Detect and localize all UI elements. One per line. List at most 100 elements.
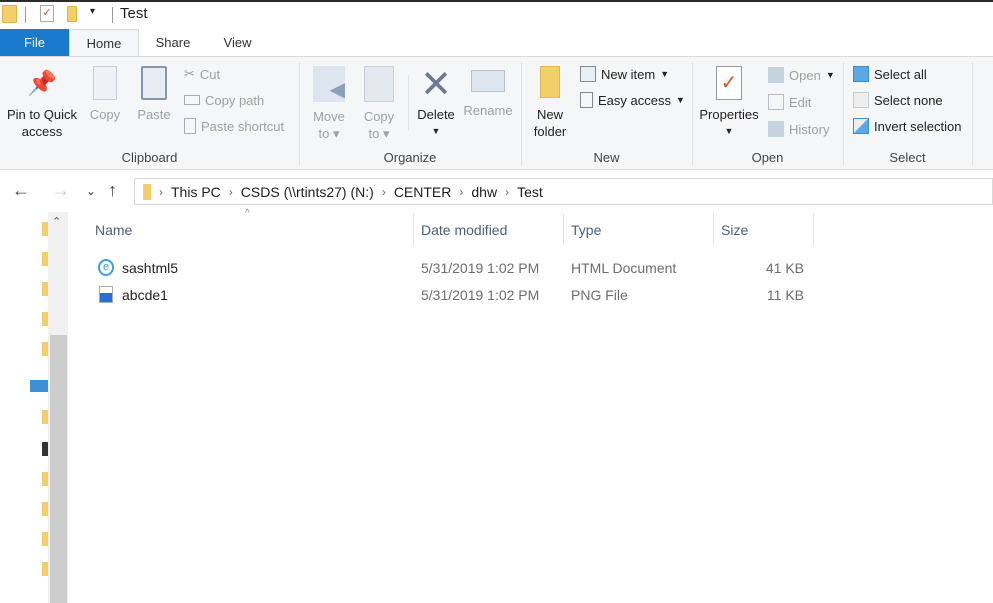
breadcrumb-item[interactable]: CENTER bbox=[394, 184, 452, 200]
open-icon bbox=[768, 67, 784, 83]
column-divider[interactable] bbox=[563, 213, 564, 245]
column-divider[interactable] bbox=[813, 213, 814, 245]
customize-toolbar-icon[interactable]: ▾ bbox=[90, 6, 95, 17]
tab-view[interactable]: View bbox=[205, 29, 270, 56]
group-label-clipboard: Clipboard bbox=[121, 150, 178, 165]
tab-share[interactable]: Share bbox=[139, 29, 207, 56]
move-to-button[interactable]: ◀ Move to ▾ bbox=[308, 66, 350, 142]
label: to bbox=[318, 126, 330, 141]
column-divider[interactable] bbox=[713, 213, 714, 245]
label: Edit bbox=[789, 94, 812, 110]
breadcrumb-item[interactable]: Test bbox=[517, 184, 543, 200]
select-none-icon bbox=[853, 92, 869, 108]
scrollbar-thumb[interactable] bbox=[50, 335, 67, 603]
label: Copy bbox=[363, 109, 395, 124]
easy-access-button[interactable]: Easy access ▼ bbox=[580, 90, 685, 110]
history-button[interactable]: History bbox=[768, 119, 829, 139]
label: Copy bbox=[89, 107, 121, 122]
label: folder bbox=[533, 124, 567, 139]
group-divider bbox=[972, 62, 973, 166]
label: Move bbox=[313, 109, 345, 124]
this-pc-icon[interactable] bbox=[30, 380, 48, 392]
label: Select all bbox=[874, 66, 927, 82]
open-button[interactable]: Open ▼ bbox=[768, 65, 835, 85]
copy-to-button[interactable]: Copy to ▾ bbox=[358, 66, 400, 142]
column-header-size[interactable]: Size bbox=[721, 222, 748, 238]
column-header-name[interactable]: Name bbox=[95, 222, 132, 238]
label: Paste shortcut bbox=[201, 118, 285, 134]
rename-icon bbox=[471, 70, 505, 92]
file-row[interactable]: e sashtml5 5/31/2019 1:02 PM HTML Docume… bbox=[95, 259, 815, 280]
file-type: PNG File bbox=[571, 287, 628, 303]
divider bbox=[408, 75, 409, 130]
column-header-date[interactable]: Date modified bbox=[421, 222, 507, 238]
new-item-icon bbox=[580, 66, 596, 82]
chevron-right-icon[interactable]: › bbox=[382, 185, 386, 199]
file-date: 5/31/2019 1:02 PM bbox=[421, 287, 540, 303]
chevron-right-icon[interactable]: › bbox=[505, 185, 509, 199]
select-all-button[interactable]: Select all bbox=[853, 64, 927, 84]
label: Cut bbox=[199, 66, 221, 82]
edit-button[interactable]: Edit bbox=[768, 92, 811, 112]
image-file-icon bbox=[99, 286, 113, 303]
up-button[interactable]: ↑ bbox=[108, 180, 117, 201]
divider bbox=[25, 7, 26, 23]
easy-access-icon bbox=[580, 92, 593, 108]
new-item-button[interactable]: New item ▼ bbox=[580, 64, 669, 84]
group-label-select: Select bbox=[889, 150, 926, 165]
new-folder-button[interactable]: New folder bbox=[528, 66, 572, 140]
label: Paste bbox=[137, 107, 171, 122]
copy-to-icon bbox=[364, 66, 394, 102]
label: access bbox=[21, 124, 63, 139]
scissors-icon: ✂ bbox=[184, 66, 195, 81]
move-icon: ◀ bbox=[313, 66, 345, 102]
recent-locations-chevron-icon[interactable]: ⌄ bbox=[86, 184, 96, 198]
chevron-right-icon[interactable]: › bbox=[159, 185, 163, 199]
chevron-right-icon[interactable]: › bbox=[459, 185, 463, 199]
paste-shortcut-button[interactable]: Paste shortcut bbox=[184, 116, 284, 136]
sort-ascending-icon: ^ bbox=[245, 208, 250, 219]
copy-button[interactable]: Copy bbox=[86, 66, 124, 123]
folder-icon bbox=[2, 5, 17, 23]
label: to bbox=[368, 126, 380, 141]
select-none-button[interactable]: Select none bbox=[853, 90, 943, 110]
group-label-open: Open bbox=[751, 150, 784, 165]
forward-button[interactable]: → bbox=[52, 180, 70, 201]
label: Easy access bbox=[598, 92, 671, 108]
pin-to-quick-access-button[interactable]: 📌 Pin to Quick access bbox=[4, 66, 80, 140]
properties-button[interactable]: ✓ Properties ▼ bbox=[697, 66, 761, 140]
group-label-new: New bbox=[593, 150, 620, 165]
divider bbox=[112, 7, 113, 23]
tab-home[interactable]: Home bbox=[69, 29, 139, 57]
file-type: HTML Document bbox=[571, 260, 677, 276]
column-divider[interactable] bbox=[413, 213, 414, 245]
label: Invert selection bbox=[874, 118, 962, 134]
breadcrumb-item[interactable]: CSDS (\\rtints27) (N:) bbox=[241, 184, 374, 200]
select-all-icon bbox=[853, 66, 869, 82]
properties-quick-icon[interactable]: ✓ bbox=[40, 5, 54, 22]
label: Copy path bbox=[205, 92, 265, 108]
chevron-right-icon[interactable]: › bbox=[229, 185, 233, 199]
address-bar[interactable]: › This PC › CSDS (\\rtints27) (N:) › CENTE… bbox=[134, 178, 993, 205]
rename-button[interactable]: Rename bbox=[462, 66, 514, 119]
invert-selection-button[interactable]: Invert selection bbox=[853, 116, 961, 136]
back-button[interactable]: ← bbox=[12, 180, 30, 201]
copy-path-button[interactable]: Copy path bbox=[184, 90, 264, 110]
breadcrumb-item[interactable]: This PC bbox=[171, 184, 221, 200]
paste-button[interactable]: Paste bbox=[134, 66, 174, 123]
cut-button[interactable]: ✂ Cut bbox=[184, 64, 220, 84]
paste-shortcut-icon bbox=[184, 118, 196, 134]
column-header-type[interactable]: Type bbox=[571, 222, 601, 238]
scroll-up-icon[interactable]: ⌃ bbox=[52, 215, 61, 228]
navigation-pane[interactable] bbox=[0, 212, 48, 603]
label: Open bbox=[789, 67, 821, 83]
file-date: 5/31/2019 1:02 PM bbox=[421, 260, 540, 276]
delete-button[interactable]: ✕ Delete ▼ bbox=[414, 66, 458, 140]
window-title: Test bbox=[120, 5, 148, 22]
breadcrumb-item[interactable]: dhw bbox=[471, 184, 497, 200]
tab-file[interactable]: File bbox=[0, 29, 69, 56]
new-folder-quick-icon[interactable] bbox=[67, 6, 77, 22]
file-row[interactable]: abcde1 5/31/2019 1:02 PM PNG File 11 KB bbox=[95, 286, 815, 307]
file-name: sashtml5 bbox=[122, 260, 179, 276]
clipboard-icon bbox=[141, 66, 167, 100]
